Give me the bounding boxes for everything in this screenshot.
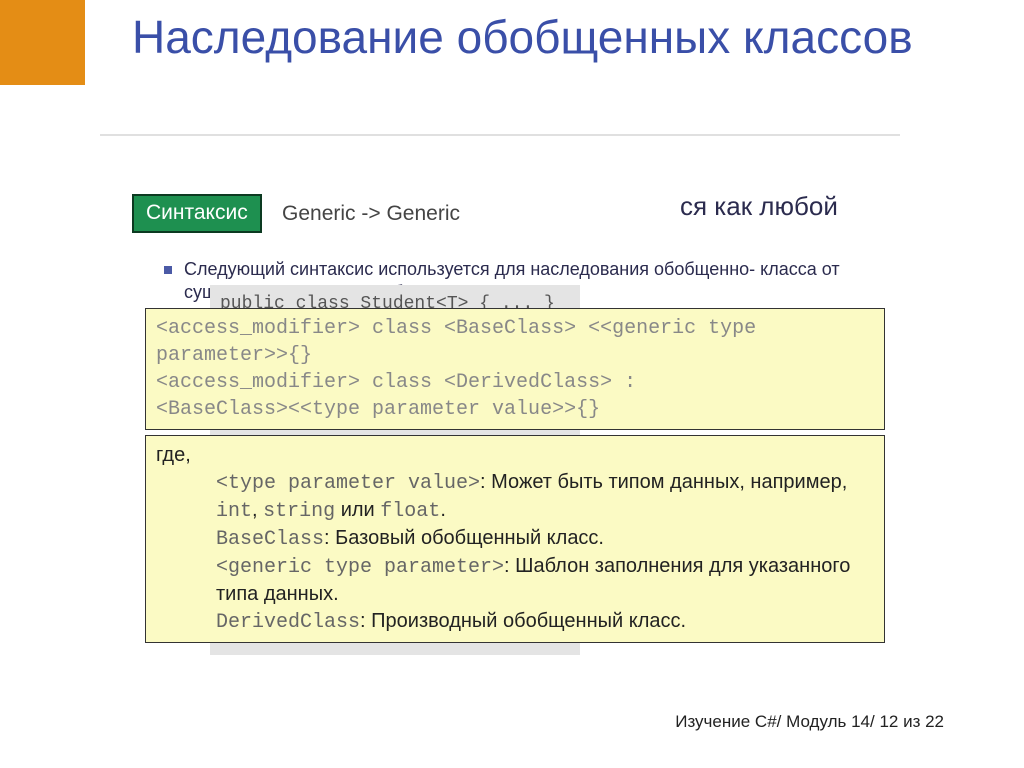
bg-bullet-1-tail: ся как любой — [680, 190, 838, 223]
def-row-type-parameter-value: <type parameter value>: Может быть типом… — [216, 469, 874, 525]
footer: Изучение C#/ Модуль 14/ 12 из 22 — [675, 712, 944, 732]
def-where: где, — [156, 442, 874, 469]
def-r1-float: float — [380, 500, 440, 523]
def-r1-text2: , — [252, 499, 263, 521]
def-r1-text1: : Может быть типом данных, например, — [480, 471, 847, 493]
title-underline — [100, 134, 900, 136]
def-r4-text: : Производный обобщенный класс. — [360, 610, 686, 632]
syntax-code-box: <access_modifier> class <BaseClass> <<ge… — [145, 308, 885, 430]
def-r1-text4: . — [440, 499, 446, 521]
def-row-baseclass: BaseClass: Базовый обобщенный класс. — [216, 525, 874, 553]
page-title: Наследование обобщенных классов — [132, 10, 913, 65]
def-r1-int: int — [216, 500, 252, 523]
syntax-badge: Синтаксис — [132, 194, 262, 233]
tab-label: Generic -> Generic — [282, 202, 460, 226]
def-r4-code: DerivedClass — [216, 611, 360, 634]
def-r2-text: : Базовый обобщенный класс. — [324, 527, 604, 549]
corner-accent — [0, 0, 85, 85]
def-r3-code: <generic type parameter> — [216, 556, 504, 579]
def-row-derivedclass: DerivedClass: Производный обобщенный кла… — [216, 608, 874, 636]
def-r1-code: <type parameter value> — [216, 472, 480, 495]
slide: Наследование обобщенных классов ся как л… — [0, 0, 1024, 768]
def-r1-text3: или — [335, 499, 380, 521]
def-r1-string: string — [263, 500, 335, 523]
definition-box: где, <type parameter value>: Может быть … — [145, 435, 885, 643]
def-row-generic-type-parameter: <generic type parameter>: Шаблон заполне… — [216, 553, 874, 608]
def-r2-code: BaseClass — [216, 528, 324, 551]
